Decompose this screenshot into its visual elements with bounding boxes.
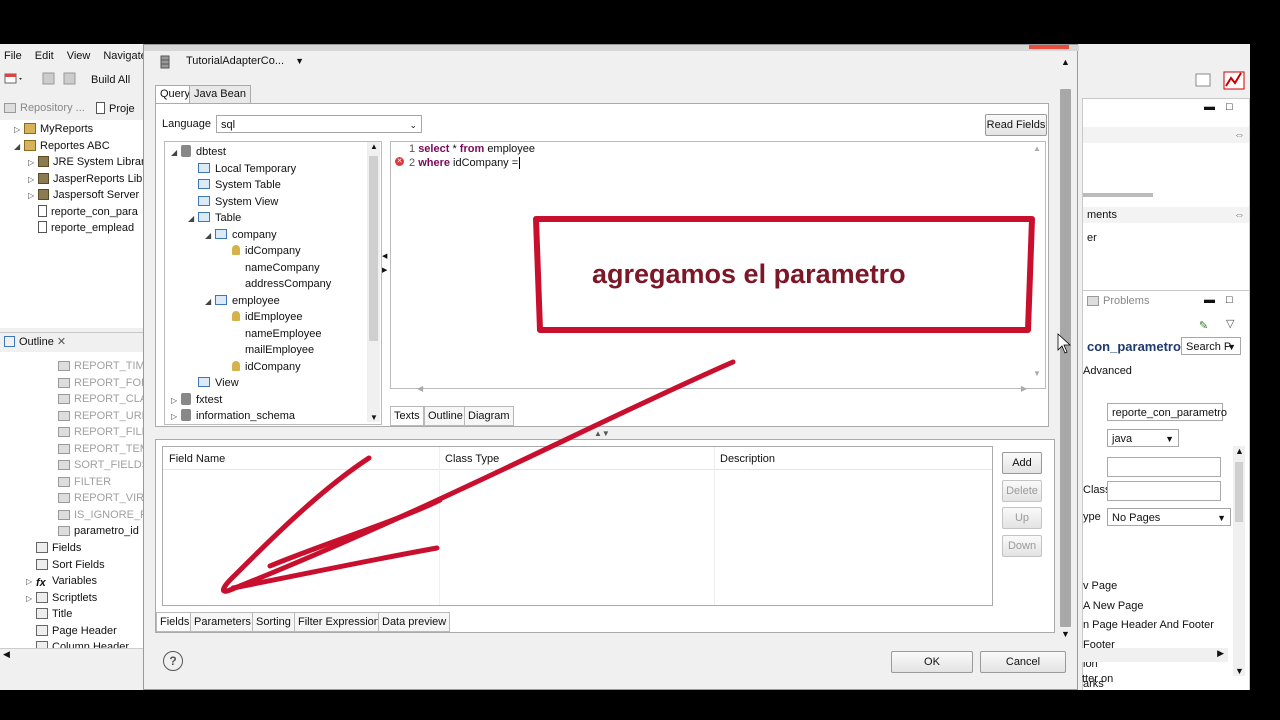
annotation-overlay bbox=[221, 216, 1072, 594]
mouse-cursor-icon bbox=[1057, 333, 1072, 354]
callout-text: agregamos el parametro bbox=[592, 259, 906, 289]
letterbox bbox=[1250, 0, 1280, 720]
